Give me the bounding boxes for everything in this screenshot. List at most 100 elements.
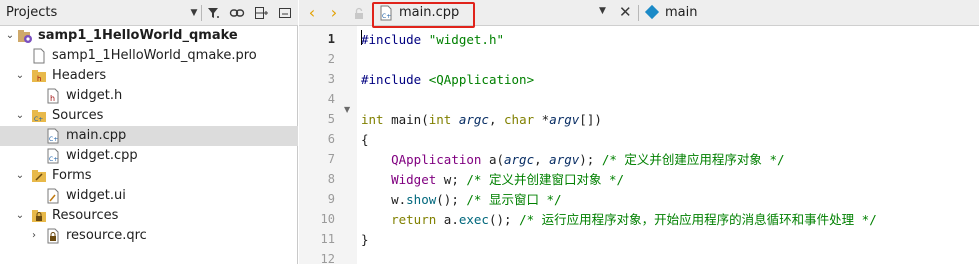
tree-item-pro-file[interactable]: samp1_1HelloWorld_qmake.pro <box>0 46 298 66</box>
tree-item-label: Resources <box>52 208 119 223</box>
line-number: 10 <box>320 212 335 226</box>
expand-arrow-icon[interactable]: ⌄ <box>14 210 26 222</box>
code-line: { <box>361 130 369 150</box>
code-token: #include <box>361 32 429 47</box>
tree-item-label: Sources <box>52 108 104 123</box>
tree-item-widget-ui[interactable]: widget.ui <box>0 186 298 206</box>
tree-item-label: main.cpp <box>66 128 127 143</box>
code-token: a. <box>436 212 459 227</box>
code-token: char <box>504 112 535 127</box>
code-token: /* 显示窗口 */ <box>466 192 562 207</box>
current-symbol[interactable]: main <box>665 5 697 20</box>
toolbar-divider <box>201 5 202 21</box>
svg-text:C+: C+ <box>49 136 58 143</box>
tree-item-label: Forms <box>52 168 92 183</box>
sources-folder-icon: C+ <box>31 108 47 124</box>
svg-text:C+: C+ <box>49 156 58 163</box>
tree-item-label: Headers <box>52 68 107 83</box>
code-token: return <box>391 212 437 227</box>
code-token: /* 定义并创建应用程序对象 */ <box>601 152 785 167</box>
collapsed-arrow-icon[interactable]: › <box>28 230 40 242</box>
tree-item-sources[interactable]: ⌄ C+ Sources <box>0 106 298 126</box>
code-token: Widget <box>391 172 437 187</box>
tree-item-headers[interactable]: ⌄ h Headers <box>0 66 298 86</box>
expand-arrow-icon[interactable]: ⌄ <box>14 70 26 82</box>
code-token: int <box>428 112 452 127</box>
code-line: int main(int argc, char *argv[]) <box>361 110 602 130</box>
tree-item-label: resource.qrc <box>66 228 147 243</box>
headers-folder-icon: h <box>31 68 47 84</box>
qt-project-icon <box>17 28 33 44</box>
line-number: 8 <box>327 172 335 186</box>
code-token: #include <box>361 72 429 87</box>
code-token: w. <box>361 192 407 207</box>
line-number: 11 <box>320 232 335 246</box>
projects-pane: Projects ▼ ⌄ samp1_1HelloWorld_qmake sam… <box>0 0 298 264</box>
lock-icon[interactable] <box>351 5 367 21</box>
tree-item-main-cpp[interactable]: C+ main.cpp <box>0 126 298 146</box>
projects-view-selector[interactable]: Projects <box>6 5 57 20</box>
fold-arrow-icon[interactable]: ▼ <box>344 105 354 114</box>
code-token: w; <box>436 172 467 187</box>
line-number: 1 <box>327 32 335 46</box>
code-token: argv <box>549 112 580 127</box>
chevron-down-icon[interactable]: ▼ <box>186 5 202 21</box>
code-line: } <box>361 230 369 250</box>
code-token: int <box>361 112 384 127</box>
go-forward-icon[interactable]: › <box>325 4 343 22</box>
code-editor: ‹ › C+ main.cpp ▼ ✕ main 1 2 3 4 5 6 7 8 9 10 11 12… <box>299 0 979 264</box>
code-line: #include "widget.h" <box>361 30 504 50</box>
code-token: QApplication <box>391 152 482 167</box>
code-token: , <box>534 152 550 167</box>
split-icon[interactable] <box>254 5 270 21</box>
tree-item-widget-h[interactable]: h widget.h <box>0 86 298 106</box>
svg-text:h: h <box>37 75 41 83</box>
tree-item-widget-cpp[interactable]: C+ widget.cpp <box>0 146 298 166</box>
tree-item-project[interactable]: ⌄ samp1_1HelloWorld_qmake <box>0 26 298 46</box>
resources-folder-icon <box>31 208 47 224</box>
line-number: 4 <box>327 92 335 106</box>
tree-item-label: widget.ui <box>66 188 126 203</box>
line-number: 12 <box>320 252 335 264</box>
filter-icon[interactable] <box>206 5 222 21</box>
expand-arrow-icon[interactable]: ⌄ <box>14 170 26 182</box>
code-token: ); <box>579 152 602 167</box>
code-token: /* 定义并创建窗口对象 */ <box>466 172 625 187</box>
close-pane-icon[interactable] <box>277 5 293 21</box>
code-token: , <box>488 112 505 127</box>
code-token: (); <box>488 212 520 227</box>
pro-file-icon <box>31 48 47 64</box>
code-line: QApplication a(argc, argv); /* 定义并创建应用程序… <box>361 150 785 170</box>
chevron-down-icon[interactable]: ▼ <box>599 6 606 16</box>
tree-item-forms[interactable]: ⌄ Forms <box>0 166 298 186</box>
tree-item-label: samp1_1HelloWorld_qmake.pro <box>52 48 257 63</box>
header-file-icon: h <box>45 88 61 104</box>
code-token: argc <box>458 112 489 127</box>
tree-item-label: widget.h <box>66 88 123 103</box>
close-icon[interactable]: ✕ <box>619 3 632 21</box>
code-token: argv <box>549 152 580 167</box>
code-token: a( <box>481 152 504 167</box>
code-token: } <box>361 232 369 247</box>
code-token: <QApplication> <box>428 72 535 87</box>
line-number: 7 <box>327 152 335 166</box>
tree-item-resources[interactable]: ⌄ Resources <box>0 206 298 226</box>
code-line: #include <QApplication> <box>361 70 534 90</box>
expand-arrow-icon[interactable]: ⌄ <box>14 110 26 122</box>
expand-arrow-icon[interactable]: ⌄ <box>4 30 16 42</box>
open-file-name[interactable]: main.cpp <box>399 5 459 20</box>
tree-item-resource-qrc[interactable]: › resource.qrc <box>0 226 298 246</box>
editor-toolbar: ‹ › C+ main.cpp ▼ ✕ main <box>299 0 979 28</box>
link-with-editor-icon[interactable] <box>229 5 245 21</box>
code-token: /* 运行应用程序对象，开始应用程序的消息循环和事件处理 */ <box>519 212 877 227</box>
projects-toolbar: Projects ▼ <box>0 0 298 26</box>
ui-file-icon <box>45 188 61 204</box>
go-back-icon[interactable]: ‹ <box>303 4 321 22</box>
function-symbol-icon <box>644 4 660 20</box>
tree-item-label: widget.cpp <box>66 148 138 163</box>
cpp-file-icon: C+ <box>378 5 394 21</box>
cpp-file-icon: C+ <box>45 128 61 144</box>
code-token: argc <box>504 152 535 167</box>
